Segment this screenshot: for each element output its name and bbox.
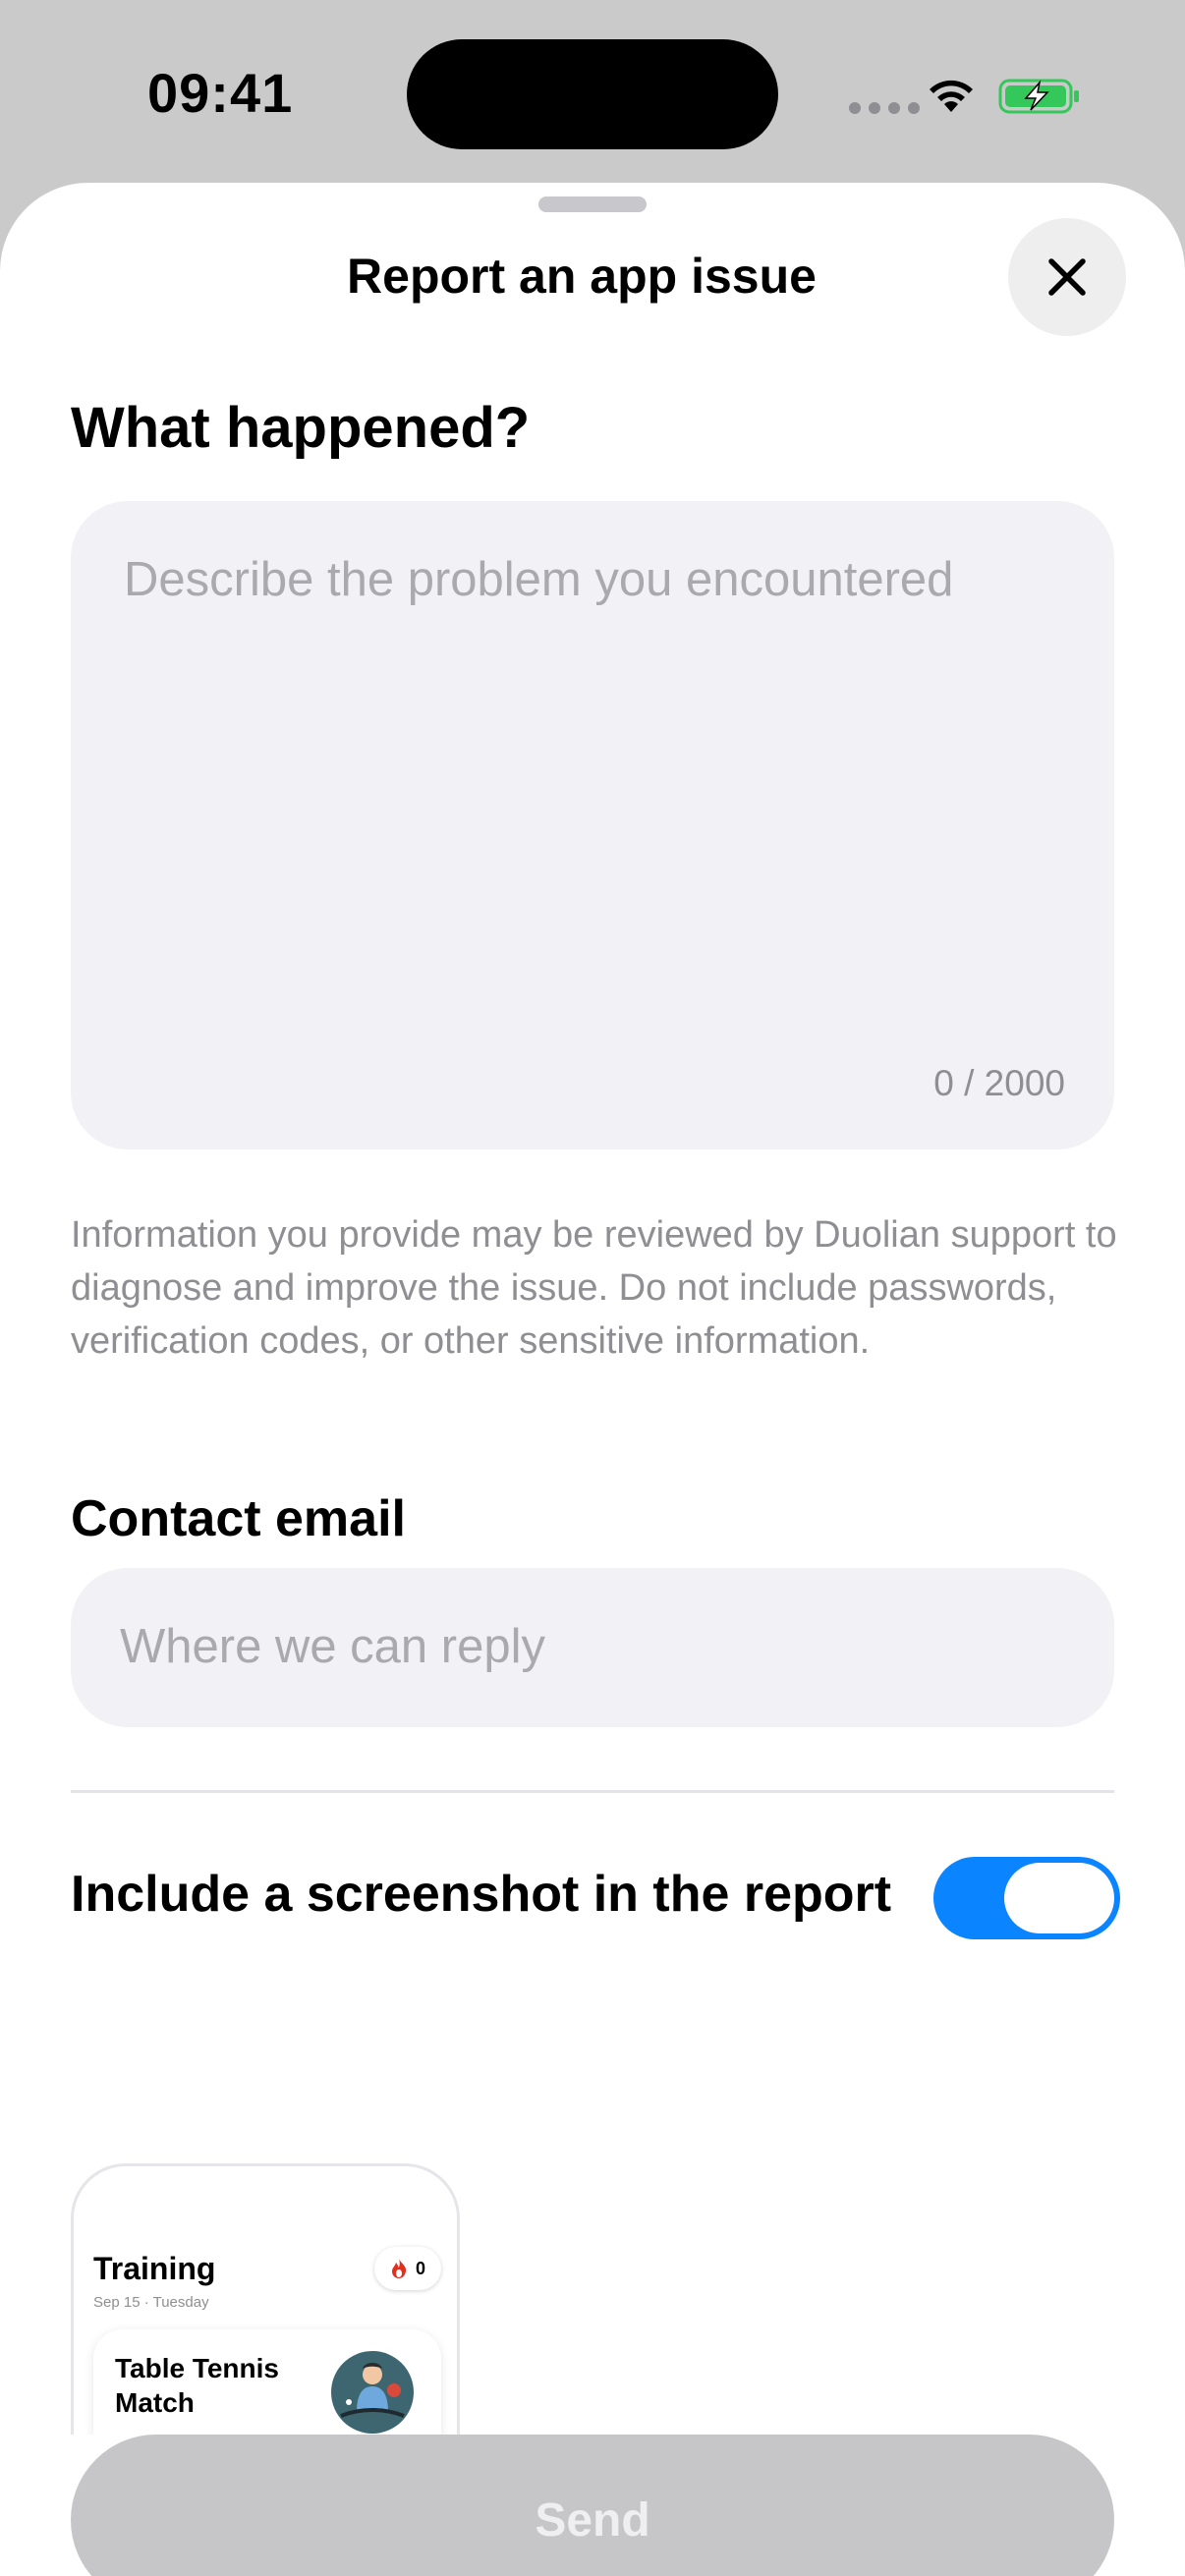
preview-card-title: Table Tennis Match [115,2353,279,2418]
email-field[interactable]: Where we can reply [71,1568,1114,1727]
screenshot-preview[interactable]: Training Sep 15 · Tuesday 0 Table Tennis… [71,2163,460,2435]
close-button[interactable] [1008,218,1126,336]
send-label: Send [535,2493,650,2547]
description-input[interactable]: Describe the problem you encountered 0 /… [71,501,1114,1149]
preview-activity-card: Table Tennis Match [93,2329,441,2435]
contact-email-heading: Contact email [71,1490,406,1547]
include-screenshot-toggle[interactable] [933,1857,1120,1939]
sheet-grabber[interactable] [538,196,647,212]
preview-date: Sep 15 · Tuesday [93,2294,209,2311]
flame-icon [391,2259,407,2278]
privacy-disclaimer: Information you provide may be reviewed … [71,1214,1117,1362]
preview-streak-badge: 0 [374,2247,441,2290]
divider [71,1790,1114,1793]
sheet-title: Report an app issue [347,249,817,304]
include-screenshot-label: Include a screenshot in the report [71,1866,892,1923]
character-counter: 0 / 2000 [933,1063,1065,1103]
toggle-knob [1004,1863,1114,1933]
battery-charging-icon [998,79,1079,114]
screenshot-thumbnail: Training Sep 15 · Tuesday 0 Table Tennis… [71,2163,460,2435]
cellular-signal-icon [849,102,920,114]
status-bar: 09:41 [0,0,1185,187]
preview-title: Training [93,2251,216,2286]
description-placeholder: Describe the problem you encountered [124,553,954,606]
close-icon [1048,258,1086,296]
email-placeholder: Where we can reply [120,1620,546,1673]
status-time: 09:41 [147,62,294,124]
what-happened-heading: What happened? [71,396,531,460]
dynamic-island [407,39,778,149]
preview-streak-count: 0 [415,2258,425,2278]
send-button[interactable]: Send [71,2435,1114,2576]
table-tennis-avatar-icon [331,2351,414,2434]
wifi-icon [930,80,973,112]
report-sheet: Report an app issue What happened? Descr… [0,183,1185,2576]
